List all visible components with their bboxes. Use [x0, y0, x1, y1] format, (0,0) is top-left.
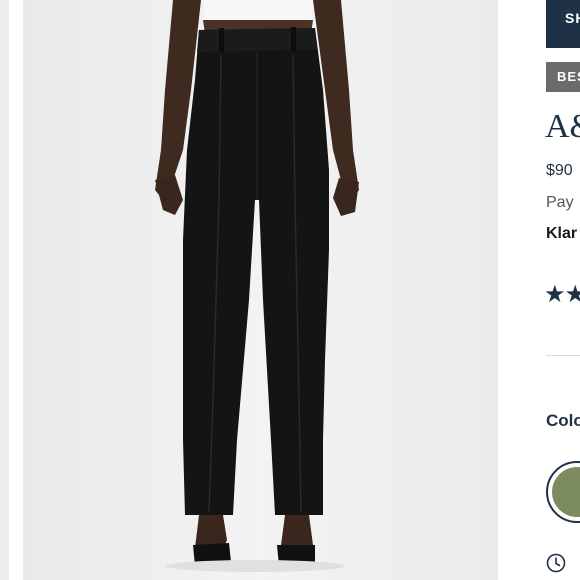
- product-details-panel: SH BES A& $90 Pay Klar ★★ Colo: [498, 0, 580, 580]
- rating-stars[interactable]: ★★: [544, 280, 580, 308]
- section-divider: [546, 355, 580, 356]
- product-image[interactable]: [23, 0, 498, 580]
- gallery-gap: [9, 0, 23, 580]
- product-price: $90: [546, 162, 573, 179]
- color-label: Colo: [546, 411, 580, 430]
- color-swatch-fill: [552, 467, 580, 517]
- klarna-link[interactable]: Klar: [546, 225, 577, 243]
- installment-text: Pay: [546, 194, 574, 211]
- previous-image-edge[interactable]: [0, 0, 9, 580]
- model-wearing-trousers: [23, 0, 498, 580]
- shop-button[interactable]: SH: [546, 0, 580, 48]
- bestseller-badge: BES: [546, 62, 580, 92]
- product-title: A&: [545, 108, 580, 145]
- clock-icon: [546, 553, 566, 573]
- color-swatch-olive[interactable]: [546, 461, 580, 523]
